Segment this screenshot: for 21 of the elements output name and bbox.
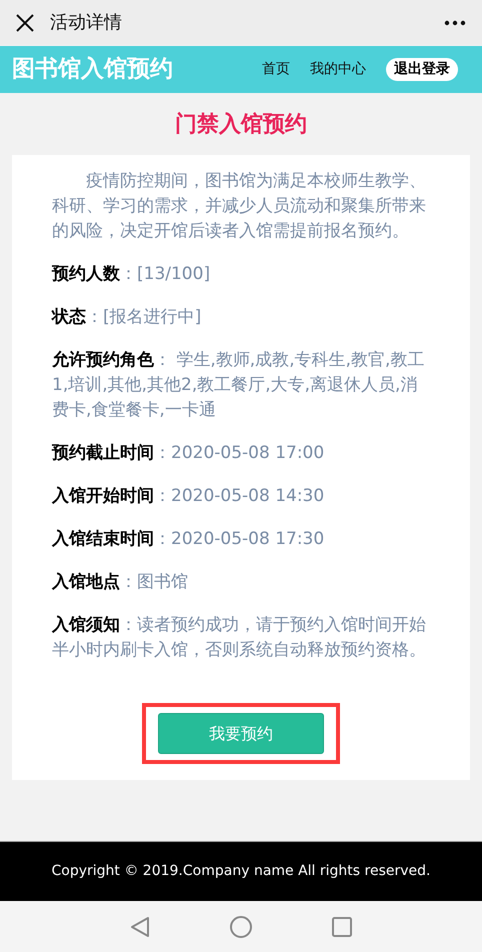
more-icon[interactable] bbox=[444, 20, 466, 26]
detail-line: 状态：[报名进行中] bbox=[52, 306, 202, 329]
brand-title: 图书馆入馆预约 bbox=[12, 55, 174, 84]
home-icon[interactable] bbox=[230, 916, 252, 938]
recents-icon[interactable] bbox=[332, 916, 352, 936]
back-icon[interactable] bbox=[130, 916, 150, 938]
logout-button[interactable]: 退出登录 bbox=[386, 58, 458, 81]
window-title: 活动详情 bbox=[50, 11, 123, 35]
page-title: 门禁入馆预约 bbox=[175, 110, 307, 138]
nav-link[interactable]: 我的中心 bbox=[310, 59, 366, 80]
copyright-text: Copyright © 2019.Company name All rights reserved. bbox=[52, 862, 430, 881]
detail-line: 入馆地点：图书馆 bbox=[52, 571, 189, 594]
detail-line: 允许预约角色： 学生,教师,成教,专科生,教官,教工1,培训,其他,其他2,教工餐厅,大专,离退休人员,消费卡,食堂餐卡,一卡通 bbox=[52, 349, 426, 422]
nav-link[interactable]: 首页 bbox=[262, 59, 290, 80]
detail-line: 预约截止时间：2020-05-08 17:00 bbox=[52, 442, 326, 465]
intro-paragraph: 疫情防控期间，图书馆为满足本校师生教学、科研、学习的需求，并减少人员流动和聚集所带来的风险，决定开馆后读者入馆需提前报名预约。 bbox=[52, 170, 427, 243]
close-icon[interactable] bbox=[16, 14, 34, 32]
detail-line: 入馆开始时间：2020-05-08 14:30 bbox=[52, 485, 326, 508]
detail-line: 入馆须知：读者预约成功，请于预约入馆时间开始半小时内刷卡入馆，否则系统自动释放预约资格。 bbox=[52, 614, 427, 662]
detail-line: 预约人数：[13/100] bbox=[52, 263, 212, 286]
detail-line: 入馆结束时间：2020-05-08 17:30 bbox=[52, 528, 326, 551]
